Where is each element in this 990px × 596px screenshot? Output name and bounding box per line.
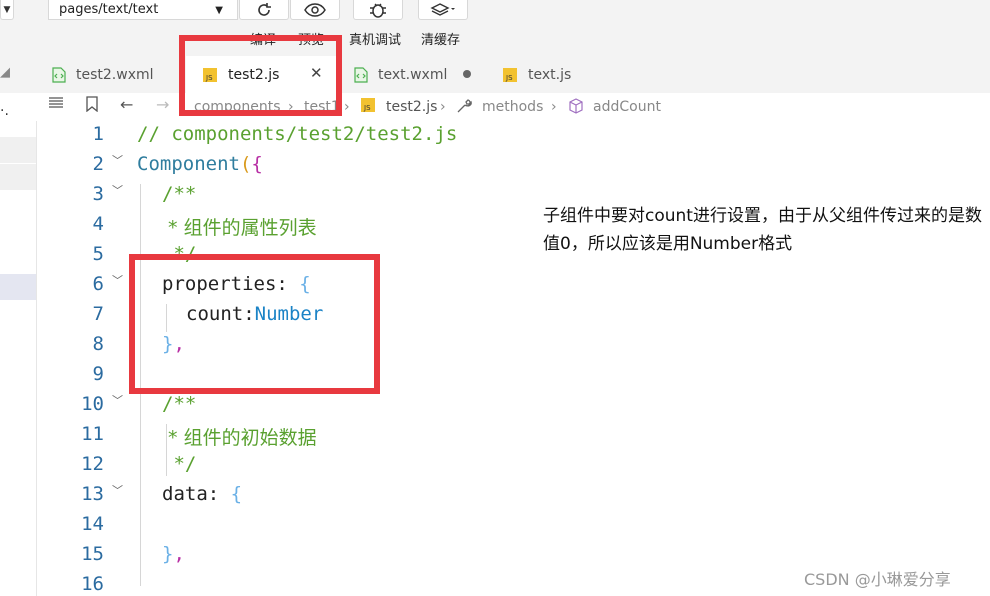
code-line-1: // components/test2/test2.js <box>137 123 458 145</box>
fold-chevron-icon[interactable]: ﹀ <box>112 182 123 198</box>
remote-debug-button[interactable] <box>353 0 403 20</box>
chevron-right-icon: › <box>344 99 350 115</box>
code-token: { <box>251 153 263 175</box>
cube-icon <box>568 98 584 118</box>
tab-test2-wxml[interactable]: test2.wxml <box>36 56 186 93</box>
forward-arrow-icon[interactable]: → <box>156 95 169 114</box>
back-arrow-icon[interactable]: ← <box>120 95 133 114</box>
tab-label: test2.wxml <box>76 66 154 83</box>
fold-chevron-icon[interactable]: ﹀ <box>112 482 123 498</box>
line-number: 13 <box>81 483 104 505</box>
explorer-panel-edge: ·. <box>0 93 37 596</box>
clear-cache-label: 清缓存 <box>421 33 461 48</box>
fold-chevron-icon[interactable]: ﹀ <box>112 392 123 408</box>
collapse-dropdown[interactable]: ▼ <box>0 0 14 20</box>
page-path-value: pages/text/text <box>59 2 159 17</box>
wxml-file-icon <box>354 66 368 83</box>
unsaved-dot-icon <box>463 70 471 78</box>
line-number: 4 <box>92 213 104 235</box>
chevron-right-icon: › <box>440 99 446 115</box>
code-token: , <box>173 543 185 565</box>
remote-debug-label: 真机调试 <box>349 33 402 48</box>
toolbar: ▼ pages/text/text ▼ 编译 预览 真机调试 清缓存 <box>0 0 990 56</box>
bug-icon <box>370 3 386 18</box>
line-number: 8 <box>92 333 104 355</box>
editor-tab-strip: ◢ test2.wxml JS test2.js ✕ text.wxml JS … <box>0 56 990 93</box>
code-token: ( <box>239 153 252 175</box>
caret-down-icon: ▼ <box>3 4 11 15</box>
wrench-icon <box>456 98 472 118</box>
code-line-11: * 组件的初始数据 <box>162 427 317 449</box>
line-number: 14 <box>81 513 104 535</box>
line-number: 2 <box>92 153 104 175</box>
clear-cache-button[interactable] <box>418 0 468 20</box>
line-number: 1 <box>92 123 104 145</box>
docker-icon[interactable]: ◢ <box>0 65 10 80</box>
line-number: 11 <box>81 423 104 445</box>
code-line-15: }, <box>162 543 185 565</box>
line-number: 6 <box>92 273 104 295</box>
more-icon[interactable]: ·. <box>0 103 9 119</box>
explorer-row[interactable] <box>0 164 36 190</box>
fold-chevron-icon[interactable]: ﹀ <box>112 272 123 288</box>
js-file-icon: JS <box>360 97 376 117</box>
chevron-right-icon: › <box>551 99 557 115</box>
bookmark-icon[interactable] <box>86 96 98 116</box>
code-token: : <box>207 483 231 505</box>
code-line-3: /** <box>162 183 197 205</box>
wxml-file-icon <box>52 66 66 83</box>
line-number: 9 <box>92 363 104 385</box>
layers-icon <box>430 2 455 16</box>
page-path-select[interactable]: pages/text/text ▼ <box>48 0 238 20</box>
watermark: CSDN @小琳爱分享 <box>804 570 951 589</box>
caret-down-icon: ▼ <box>215 5 223 16</box>
breadcrumb-file[interactable]: test2.js <box>386 99 437 115</box>
code-line-10: /** <box>162 393 197 415</box>
annotation-note: 子组件中要对count进行设置，由于从父组件传过来的是数值0，所以应该是用Num… <box>543 206 982 254</box>
tab-text-wxml[interactable]: text.wxml <box>338 56 488 93</box>
explorer-row[interactable] <box>0 137 36 163</box>
explorer-row-selected[interactable] <box>0 274 36 300</box>
code-token: { <box>230 483 243 505</box>
code-token: Component <box>137 153 240 175</box>
line-number: 16 <box>81 573 104 595</box>
compile-button[interactable] <box>239 0 289 20</box>
line-number: 10 <box>81 393 104 415</box>
code-token: } <box>162 543 174 565</box>
tab-text-js[interactable]: JS text.js <box>488 56 636 93</box>
refresh-icon <box>258 2 271 16</box>
breadcrumb-symbol[interactable]: methods <box>482 99 543 115</box>
eye-icon <box>304 2 326 17</box>
preview-button[interactable] <box>290 0 340 20</box>
breadcrumb-symbol[interactable]: addCount <box>593 99 661 115</box>
code-line-13: data: { <box>162 483 242 505</box>
line-number: 5 <box>92 243 104 265</box>
line-number: 15 <box>81 543 104 565</box>
outline-icon[interactable] <box>48 96 64 114</box>
code-token: data <box>162 483 208 505</box>
line-number: 7 <box>92 303 104 325</box>
tab-label: text.js <box>528 66 572 83</box>
code-line-2: Component({ <box>137 153 263 175</box>
highlight-box-properties <box>129 254 380 394</box>
svg-text:JS: JS <box>505 74 513 82</box>
highlight-box-tab <box>179 35 342 116</box>
tab-label: text.wxml <box>378 66 448 83</box>
code-line-12: */ <box>162 453 197 475</box>
js-file-icon: JS <box>503 67 517 82</box>
code-line-4: * 组件的属性列表 <box>162 217 317 239</box>
line-number: 3 <box>92 183 104 205</box>
line-number: 12 <box>81 453 104 475</box>
svg-text:JS: JS <box>363 104 371 112</box>
fold-chevron-icon[interactable]: ﹀ <box>112 152 123 168</box>
